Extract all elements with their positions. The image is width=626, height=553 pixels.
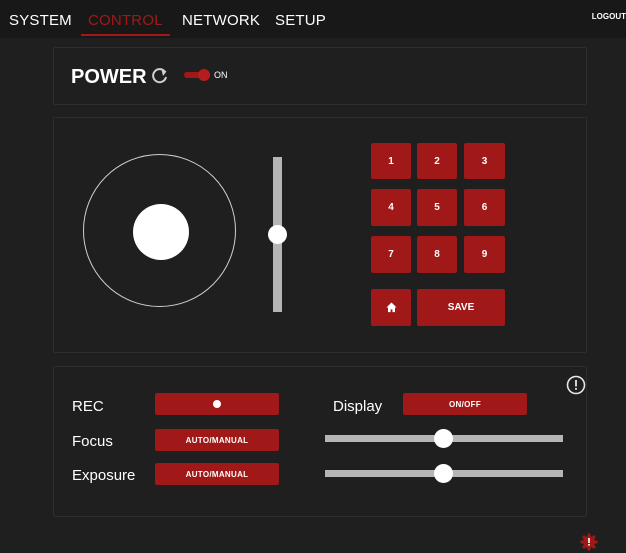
power-toggle[interactable] — [184, 69, 210, 81]
record-dot-icon — [213, 400, 221, 408]
preset-button-2[interactable]: 2 — [417, 143, 457, 179]
home-button[interactable] — [371, 289, 411, 326]
record-button[interactable] — [155, 393, 279, 415]
logout-link[interactable]: LOGOUT — [592, 12, 626, 21]
tab-system[interactable]: SYSTEM — [9, 12, 72, 29]
top-nav-bar: SYSTEM CONTROL NETWORK SETUP LOGOUT — [0, 0, 626, 38]
preset-button-7[interactable]: 7 — [371, 236, 411, 273]
info-icon[interactable] — [566, 375, 586, 395]
power-label: POWER — [71, 66, 147, 88]
display-toggle-button[interactable]: ON/OFF — [403, 393, 527, 415]
rec-label: REC — [72, 398, 104, 415]
home-icon — [385, 302, 397, 313]
power-toggle-label: ON — [214, 70, 228, 80]
display-label: Display — [333, 398, 383, 415]
preset-button-9[interactable]: 9 — [464, 236, 505, 273]
zoom-slider-knob[interactable] — [268, 225, 287, 244]
preset-button-4[interactable]: 4 — [371, 189, 411, 226]
focus-slider-knob[interactable] — [434, 429, 453, 448]
preset-button-3[interactable]: 3 — [464, 143, 505, 179]
gear-icon[interactable] — [580, 533, 598, 551]
tab-network[interactable]: NETWORK — [182, 12, 260, 29]
joystick-knob[interactable] — [133, 204, 189, 260]
exposure-mode-button[interactable]: AUTO/MANUAL — [155, 463, 279, 485]
preset-button-8[interactable]: 8 — [417, 236, 457, 273]
refresh-icon[interactable] — [151, 64, 169, 86]
preset-button-1[interactable]: 1 — [371, 143, 411, 179]
focus-label: Focus — [72, 433, 113, 450]
active-tab-indicator — [81, 34, 170, 36]
preset-button-6[interactable]: 6 — [464, 189, 505, 226]
focus-mode-button[interactable]: AUTO/MANUAL — [155, 429, 279, 451]
preset-button-5[interactable]: 5 — [417, 189, 457, 226]
save-button[interactable]: SAVE — [417, 289, 505, 326]
exposure-slider-knob[interactable] — [434, 464, 453, 483]
exposure-label: Exposure — [72, 467, 136, 484]
tab-control[interactable]: CONTROL — [88, 12, 163, 29]
toggle-knob — [198, 69, 210, 81]
tab-setup[interactable]: SETUP — [275, 12, 326, 29]
